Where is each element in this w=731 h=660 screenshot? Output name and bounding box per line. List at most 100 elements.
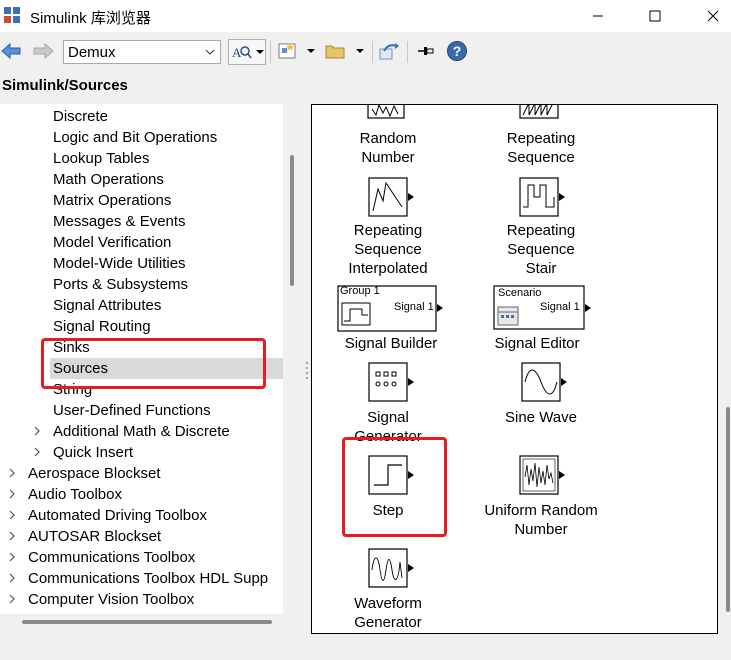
- tree-item-label: Discrete: [53, 108, 109, 125]
- library-browser-window: Simulink 库浏览器 Demux A ? Simulink/Sources…: [0, 0, 731, 660]
- tree-item-autosar-blockset[interactable]: AUTOSAR Blockset: [0, 526, 283, 547]
- block-caption: Random: [359, 130, 417, 147]
- chevron-right-icon: [9, 510, 15, 520]
- block-signal-editor[interactable]: Scenario Signal 1 Signal Editor: [492, 285, 602, 353]
- find-block-icon: A: [232, 45, 264, 60]
- tree-item-messages-events[interactable]: Messages & Events: [0, 211, 283, 232]
- tree-item-matrix-operations[interactable]: Matrix Operations: [0, 190, 283, 211]
- new-model-button[interactable]: [277, 36, 319, 66]
- tree-item-label: Lookup Tables: [53, 150, 150, 167]
- block-uniform-random-number[interactable]: Uniform Random Number: [472, 453, 610, 539]
- tree-item-label: Automated Driving Toolbox: [28, 507, 207, 524]
- block-caption: Sequence: [354, 241, 422, 258]
- tree-item-label: Matrix Operations: [53, 192, 172, 209]
- tree-item-label: Audio Toolbox: [28, 486, 122, 503]
- stay-on-top-button[interactable]: [414, 36, 436, 66]
- tree-item-aerospace-blockset[interactable]: Aerospace Blockset: [0, 463, 283, 484]
- refresh-icon: [379, 43, 399, 60]
- signal-generator-icon: [368, 362, 414, 402]
- tree-item-label: Quick Insert: [53, 444, 134, 461]
- pin-icon: [418, 47, 434, 55]
- tree-item-label: Additional Math & Discrete: [53, 423, 230, 440]
- new-model-icon: [278, 43, 315, 59]
- tree-item-label: Logic and Bit Operations: [53, 129, 218, 146]
- open-model-button[interactable]: [324, 36, 368, 66]
- minimize-icon: [593, 15, 603, 17]
- signal-builder-group-label: Group 1: [340, 285, 380, 297]
- chevron-down-icon: [205, 49, 215, 55]
- block-signal-builder[interactable]: Group 1 Signal 1 Signal Builder: [336, 285, 446, 353]
- maximize-icon: [649, 10, 661, 22]
- block-signal-generator[interactable]: Signal Generator: [338, 360, 438, 446]
- help-button[interactable]: ?: [445, 36, 469, 66]
- block-caption: Uniform Random: [484, 502, 598, 519]
- block-sine-wave[interactable]: Sine Wave: [491, 360, 591, 428]
- chevron-right-icon: [34, 426, 40, 436]
- block-repeating-sequence-interpolated[interactable]: Repeating Sequence Interpolated: [338, 175, 438, 283]
- signal-builder-output-label: Signal 1: [394, 301, 434, 313]
- back-arrow-icon: [1, 42, 21, 60]
- tree-item-additional-math-discrete[interactable]: Additional Math & Discrete: [0, 421, 283, 442]
- tree-vertical-scrollbar[interactable]: [290, 155, 294, 286]
- tree-item-quick-insert[interactable]: Quick Insert: [0, 442, 283, 463]
- search-combobox[interactable]: Demux: [63, 40, 221, 64]
- highlight-box-step: [342, 437, 447, 537]
- splitter-handle[interactable]: [304, 360, 310, 380]
- block-palette: Random Number Repeating Sequence Repeati…: [311, 104, 718, 634]
- tree-item-label: Ports & Subsystems: [53, 276, 189, 293]
- block-caption: Repeating: [506, 130, 576, 147]
- close-icon: [707, 10, 719, 22]
- tree-item-label: Signal Routing: [53, 318, 151, 335]
- tree-item-label: User-Defined Functions: [53, 402, 211, 419]
- block-repeating-sequence-stair[interactable]: Repeating Sequence Stair: [491, 175, 591, 283]
- block-caption: Signal: [367, 409, 409, 426]
- tree-item-signal-attributes[interactable]: Signal Attributes: [0, 295, 283, 316]
- close-button[interactable]: [690, 0, 731, 32]
- tree-item-ports-subsystems[interactable]: Ports & Subsystems: [0, 274, 283, 295]
- tree-item-model-verification[interactable]: Model Verification: [0, 232, 283, 253]
- chevron-right-icon: [9, 594, 15, 604]
- tree-item-label: Messages & Events: [53, 213, 186, 230]
- tree-item-audio-toolbox[interactable]: Audio Toolbox: [0, 484, 283, 505]
- minimize-button[interactable]: [575, 0, 621, 32]
- toolbar: Demux A ?: [0, 32, 731, 72]
- tree-item-signal-routing[interactable]: Signal Routing: [0, 316, 283, 337]
- block-caption: Repeating: [506, 222, 576, 239]
- block-caption: Number: [514, 521, 568, 538]
- back-button[interactable]: [0, 36, 22, 66]
- forward-arrow-icon: [33, 42, 54, 60]
- highlight-box-sources: [41, 338, 266, 389]
- forward-button[interactable]: [30, 36, 56, 66]
- block-caption: Sequence: [507, 241, 575, 258]
- block-repeating-sequence[interactable]: Repeating Sequence: [491, 105, 591, 167]
- block-caption: Signal Editor: [494, 335, 580, 352]
- tree-item-user-defined-functions[interactable]: User-Defined Functions: [0, 400, 283, 421]
- tree-item-discrete[interactable]: Discrete: [0, 106, 283, 127]
- waveform-generator-icon: [368, 548, 414, 588]
- find-button[interactable]: A: [228, 39, 266, 65]
- simulink-app-icon: [4, 7, 20, 23]
- tree-item-label: Communications Toolbox HDL Supp: [28, 570, 269, 587]
- tree-item-computer-vision-toolbox[interactable]: Computer Vision Toolbox: [0, 589, 283, 610]
- tree-item-logic-bit-operations[interactable]: Logic and Bit Operations: [0, 127, 283, 148]
- chevron-right-icon: [9, 468, 15, 478]
- tree-item-communications-toolbox-hdl[interactable]: Communications Toolbox HDL Supp: [0, 568, 283, 589]
- tree-item-automated-driving-toolbox[interactable]: Automated Driving Toolbox: [0, 505, 283, 526]
- help-icon: ?: [447, 41, 467, 61]
- block-waveform-generator[interactable]: Waveform Generator: [338, 546, 438, 632]
- tree-horizontal-scrollbar[interactable]: [22, 620, 272, 624]
- random-number-icon: [367, 105, 405, 119]
- title-bar: Simulink 库浏览器: [0, 0, 731, 32]
- breadcrumb: Simulink/Sources: [2, 77, 128, 94]
- block-caption: Number: [361, 149, 415, 166]
- tree-item-lookup-tables[interactable]: Lookup Tables: [0, 148, 283, 169]
- tree-item-model-wide-utilities[interactable]: Model-Wide Utilities: [0, 253, 283, 274]
- maximize-button[interactable]: [632, 0, 678, 32]
- tree-item-communications-toolbox[interactable]: Communications Toolbox: [0, 547, 283, 568]
- chevron-right-icon: [9, 552, 15, 562]
- tree-item-math-operations[interactable]: Math Operations: [0, 169, 283, 190]
- block-caption: Generator: [354, 614, 422, 631]
- palette-vertical-scrollbar[interactable]: [726, 407, 730, 612]
- refresh-button[interactable]: [377, 36, 403, 66]
- block-random-number[interactable]: Random Number: [348, 105, 428, 167]
